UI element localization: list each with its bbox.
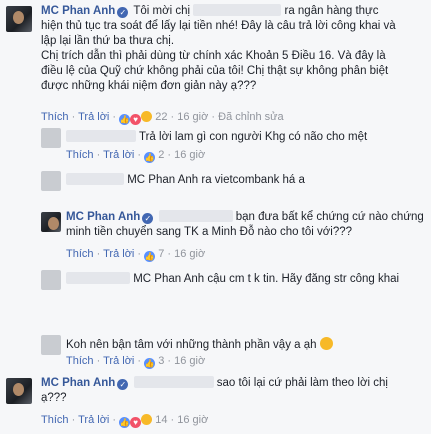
comment-text: được những khái niệm đơn giản này ạ??? — [41, 80, 257, 92]
timestamp[interactable]: 16 giờ — [177, 111, 208, 123]
comment-text: sao tôi lại cứ phải làm theo lời chị — [216, 377, 388, 389]
redacted-name — [158, 210, 233, 222]
verified-icon: ✓ — [117, 379, 129, 390]
love-reaction-icon: ♥ — [130, 114, 142, 125]
like-reaction-icon: 👍 — [144, 251, 156, 262]
like-reaction-icon: 👍 — [119, 417, 131, 428]
comment-body: MC Phan Anh ra vietcombank há a — [66, 173, 305, 188]
avatar[interactable] — [41, 128, 61, 148]
author-name[interactable]: MC Phan Anh — [41, 5, 115, 17]
comment-text: Trả lời lam gì con người Khg có não cho … — [139, 131, 368, 143]
reply-link[interactable]: Trả lời — [103, 149, 134, 161]
reaction-count[interactable]: 3 — [158, 355, 164, 367]
redacted-name — [193, 4, 282, 16]
reply-link[interactable]: Trả lời — [103, 355, 134, 367]
author-name[interactable]: MC Phan Anh — [66, 211, 140, 223]
avatar[interactable] — [6, 378, 32, 404]
like-link[interactable]: Thích — [66, 149, 94, 161]
reaction-count[interactable]: 2 — [158, 149, 164, 161]
avatar[interactable] — [41, 270, 61, 290]
timestamp[interactable]: 16 giờ — [174, 355, 205, 367]
like-link[interactable]: Thích — [66, 355, 94, 367]
redacted-name — [133, 376, 214, 388]
comment-body: MC Phan Anh ✓ Tôi mời chị ra ngân hàng th… — [41, 4, 426, 94]
comment-actions: Thích · Trả lời · 👍 ♥ 22 · 16 giờ · Đã ch… — [41, 111, 284, 125]
reply-link[interactable]: Trả lời — [103, 248, 134, 260]
smile-emoji-icon — [319, 337, 333, 350]
verified-icon: ✓ — [142, 213, 154, 224]
like-link[interactable]: Thích — [66, 248, 94, 260]
comment-text: ạ??? — [41, 392, 67, 404]
comment-text: Chị trích dẫn thì phải dùng từ chính xác… — [41, 50, 386, 62]
comment-text: Koh nên bận tâm với những thành phần vậy… — [66, 339, 317, 351]
comment-text: hiện thủ tục tra soát để lấy lại tiền nh… — [41, 20, 396, 32]
comment-text: MC Phan Anh ra vietcombank há a — [127, 174, 305, 186]
timestamp[interactable]: 16 giờ — [174, 248, 205, 260]
reaction-count[interactable]: 22 — [155, 111, 167, 123]
like-link[interactable]: Thích — [41, 414, 69, 426]
timestamp[interactable]: 16 giờ — [174, 149, 205, 161]
comment-body: MC Phan Anh ✓ sao tôi lại cứ phải làm the… — [41, 376, 426, 406]
redacted-name — [66, 173, 124, 185]
comment-text: lập lại lần thứ ba thưa chị. — [41, 35, 175, 47]
comment-body: MC Phan Anh cậu cm t k tin. Hãy đăng str… — [66, 272, 399, 287]
comment-actions: Thích · Trả lời · 👍 7 · 16 giờ — [66, 248, 206, 262]
author-name[interactable]: MC Phan Anh — [41, 377, 115, 389]
comment-actions: Thích · Trả lời · 👍 ♥ 14 · 16 giờ — [41, 414, 209, 428]
reply-link[interactable]: Trả lời — [78, 111, 109, 123]
comment-text: Tôi mời chị — [133, 5, 191, 17]
comment-actions: Thích · Trả lời · 👍 2 · 16 giờ — [66, 149, 206, 163]
comment-body: Koh nên bận tâm với những thành phần vậy… — [66, 337, 333, 353]
verified-icon: ✓ — [117, 7, 129, 18]
sad-reaction-icon — [141, 414, 153, 425]
reaction-count[interactable]: 14 — [155, 414, 167, 426]
comment-body: MC Phan Anh ✓ bạn đưa bất kể chứng cứ nào… — [66, 210, 426, 240]
comment-text: bạn đưa bất kể chứng cứ nào chứng — [235, 211, 424, 223]
avatar[interactable] — [41, 171, 61, 191]
comment-text: ra ngân hàng thực — [284, 5, 379, 17]
comment-actions: Thích · Trả lời · 👍 3 · 16 giờ — [66, 355, 206, 369]
haha-reaction-icon — [141, 111, 153, 122]
redacted-name — [66, 272, 130, 284]
edited-label[interactable]: Đã chỉnh sửa — [218, 111, 283, 123]
reply-link[interactable]: Trả lời — [78, 414, 109, 426]
timestamp[interactable]: 16 giờ — [177, 414, 208, 426]
comment-text: điều lệ của Quỹ chứ không phải của tôi! … — [41, 65, 389, 77]
redacted-name — [66, 130, 136, 142]
love-reaction-icon: ♥ — [130, 417, 142, 428]
like-reaction-icon: 👍 — [119, 114, 131, 125]
avatar[interactable] — [41, 212, 61, 232]
reaction-count[interactable]: 7 — [158, 248, 164, 260]
like-reaction-icon: 👍 — [144, 358, 156, 369]
avatar[interactable] — [6, 6, 32, 32]
comment-text: MC Phan Anh cậu cm t k tin. Hãy đăng str… — [133, 273, 400, 285]
comment-body: Trả lời lam gì con người Khg có não cho … — [66, 130, 367, 145]
like-link[interactable]: Thích — [41, 111, 69, 123]
avatar[interactable] — [41, 335, 61, 355]
like-reaction-icon: 👍 — [144, 152, 156, 163]
comment-text: minh tiền chuyển sang TK a Minh Đỗ nào c… — [66, 226, 353, 238]
